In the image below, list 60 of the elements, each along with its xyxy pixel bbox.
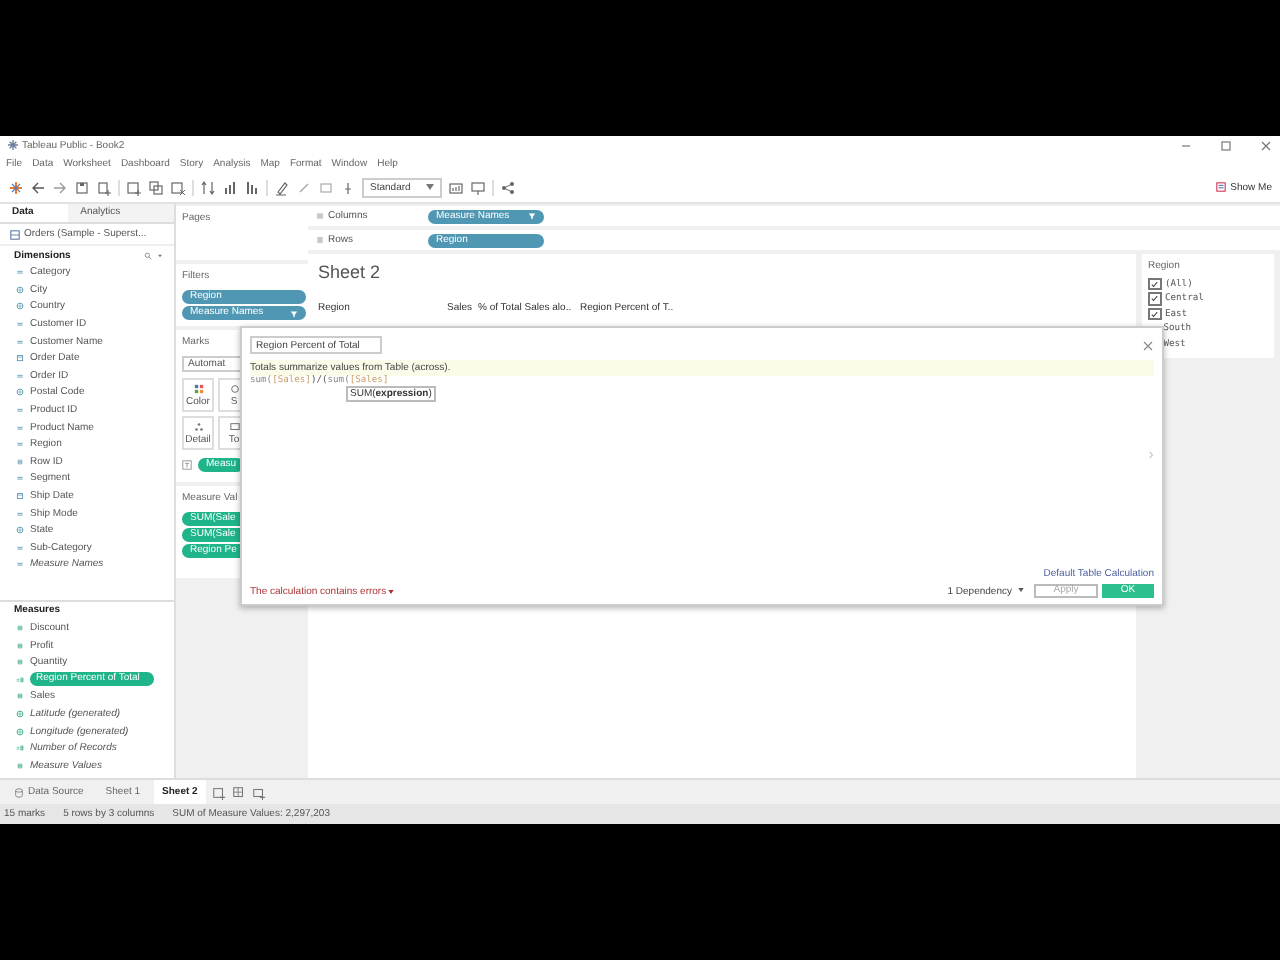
database-icon [14,787,24,797]
hash-icon [16,692,24,701]
globe-icon [16,285,24,294]
color-icon [193,383,203,393]
calendar-icon [16,354,24,363]
show-me-icon [1216,182,1227,192]
hash-icon [16,761,24,770]
text-mark-icon [182,460,192,470]
search-icon[interactable] [144,251,152,259]
maximize-icon[interactable] [1220,139,1232,151]
swap-icon[interactable] [200,179,216,195]
hash-icon [16,641,24,650]
calculated-field-icon [16,744,24,753]
caret-icon[interactable] [1018,587,1024,591]
globe-icon [16,388,24,397]
chart-icon[interactable] [448,179,464,195]
size-icon [229,383,239,393]
calculated-field-icon [16,675,24,684]
columns-icon [316,212,324,220]
highlight-icon[interactable] [274,179,290,195]
sort-ascending-icon[interactable] [222,179,238,195]
close-icon[interactable] [1142,339,1154,351]
checkbox[interactable] [1148,277,1161,291]
hash-icon [16,457,24,466]
forward-arrow-icon[interactable] [52,179,68,195]
minimize-icon[interactable] [1180,139,1192,151]
new-worksheet-icon[interactable] [126,179,142,195]
globe-icon [16,727,24,736]
calendar-icon [16,492,24,501]
caret-icon[interactable] [388,590,395,594]
save-icon[interactable] [74,179,90,195]
caret-icon [426,184,434,190]
presentation-icon[interactable] [470,179,486,195]
filter-icon [528,212,536,220]
close-icon[interactable] [1260,139,1272,151]
share-icon[interactable] [500,179,516,195]
hash-icon [16,658,24,667]
back-arrow-icon[interactable] [30,179,46,195]
new-dashboard-icon[interactable] [231,785,246,799]
checkbox[interactable] [1148,307,1161,321]
filter-icon [290,309,298,317]
detail-icon [193,421,203,431]
clear-sheet-icon[interactable] [170,179,186,195]
globe-icon [16,526,24,535]
globe-icon [16,709,24,718]
new-worksheet-icon[interactable] [211,785,226,799]
new-data-source-icon[interactable] [96,179,112,195]
sheet-title: Sheet 2 [318,262,383,282]
hash-icon [16,623,24,632]
duplicate-icon[interactable] [148,179,164,195]
new-story-icon[interactable] [251,785,266,799]
database-icon [10,229,20,239]
app-logo-icon [8,140,18,150]
tooltip-icon [229,421,239,431]
tableau-logo-icon[interactable] [8,179,24,195]
rows-icon [316,236,324,244]
sort-descending-icon[interactable] [244,179,260,195]
caret-icon[interactable] [156,251,164,259]
checkbox[interactable] [1148,292,1161,306]
globe-icon [16,302,24,311]
